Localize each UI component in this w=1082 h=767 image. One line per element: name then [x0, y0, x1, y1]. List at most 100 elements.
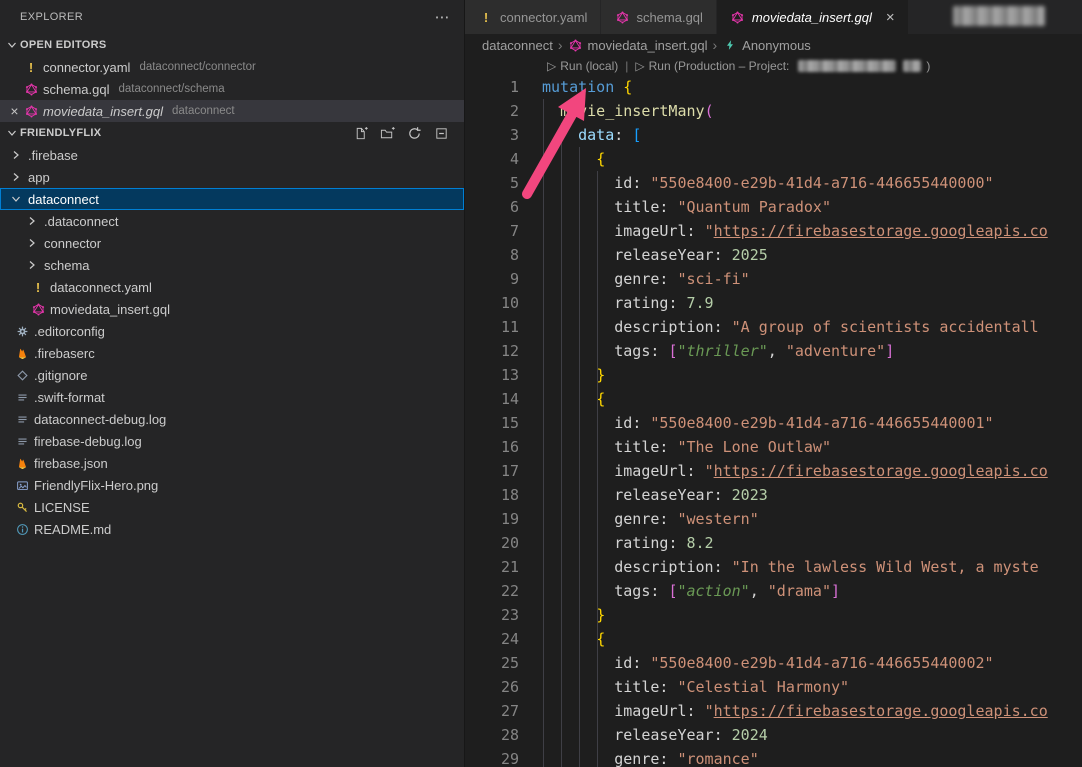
tree-item-firebase-debug-log[interactable]: firebase-debug.log: [0, 430, 464, 452]
tree-item-schema[interactable]: schema: [0, 254, 464, 276]
refresh-button[interactable]: [405, 124, 423, 142]
code-line[interactable]: 12 tags: ["thriller", "adventure"]: [465, 339, 1082, 363]
tree-item-label: .swift-format: [34, 390, 105, 405]
code-text: tags: ["action", "drama"]: [542, 579, 840, 603]
tree-item-moviedata-insert-gql[interactable]: moviedata_insert.gql: [0, 298, 464, 320]
tree-item-label: .firebaserc: [34, 346, 95, 361]
open-editor-moviedata-insert-gql[interactable]: ×moviedata_insert.gqldataconnect: [0, 100, 464, 122]
close-tab-icon[interactable]: ×: [886, 10, 895, 25]
codelens-run-local[interactable]: ▷ Run (local): [547, 59, 618, 73]
code-line[interactable]: 18 releaseYear: 2023: [465, 483, 1082, 507]
code-line[interactable]: 15 id: "550e8400-e29b-41d4-a716-44665544…: [465, 411, 1082, 435]
workspace-actions: [351, 124, 456, 142]
code-line[interactable]: 22 tags: ["action", "drama"]: [465, 579, 1082, 603]
breadcrumb-separator-icon: ›: [712, 37, 717, 53]
collapse-all-button[interactable]: [432, 124, 450, 142]
tree-item-label: moviedata_insert.gql: [50, 302, 170, 317]
breadcrumb-label: dataconnect: [482, 38, 553, 53]
chevron-right-icon: [8, 169, 24, 185]
more-actions-icon[interactable]: ⋯: [435, 8, 450, 26]
breadcrumb-item-dataconnect[interactable]: dataconnect: [482, 38, 553, 53]
breadcrumb-label: Anonymous: [742, 38, 811, 53]
info-icon: [14, 521, 30, 537]
line-number: 5: [465, 171, 519, 195]
code-line[interactable]: 25 id: "550e8400-e29b-41d4-a716-44665544…: [465, 651, 1082, 675]
section-workspace[interactable]: FRIENDLYFLIX: [0, 122, 464, 144]
code-line[interactable]: 6 title: "Quantum Paradox": [465, 195, 1082, 219]
code-text: description: "In the lawless Wild West, …: [542, 555, 1039, 579]
tab-moviedata-insert-gql[interactable]: moviedata_insert.gql ×: [717, 0, 909, 34]
tree-item-dataconnect[interactable]: .dataconnect: [0, 210, 464, 232]
code-line[interactable]: 14 {: [465, 387, 1082, 411]
code-line[interactable]: 13 }: [465, 363, 1082, 387]
tree-item-firebase[interactable]: .firebase: [0, 144, 464, 166]
code-line[interactable]: 17 imageUrl: "https://firebasestorage.go…: [465, 459, 1082, 483]
code-line[interactable]: 5 id: "550e8400-e29b-41d4-a716-446655440…: [465, 171, 1082, 195]
line-number: 24: [465, 627, 519, 651]
line-number: 20: [465, 531, 519, 555]
code-line[interactable]: 26 title: "Celestial Harmony": [465, 675, 1082, 699]
line-number: 11: [465, 315, 519, 339]
explorer-sidebar: EXPLORER ⋯ OPEN EDITORS !connector.yamld…: [0, 0, 465, 767]
tree-item-swift-format[interactable]: .swift-format: [0, 386, 464, 408]
tree-item-connector[interactable]: connector: [0, 232, 464, 254]
chevron-right-icon: [24, 235, 40, 251]
code-line[interactable]: 28 releaseYear: 2024: [465, 723, 1082, 747]
code-line[interactable]: 20 rating: 8.2: [465, 531, 1082, 555]
tree-item-label: app: [28, 170, 50, 185]
code-text: imageUrl: "https://firebasestorage.googl…: [542, 219, 1048, 243]
graphql-icon: [568, 37, 584, 53]
tree-item-friendlyflix-hero-png[interactable]: FriendlyFlix-Hero.png: [0, 474, 464, 496]
tree-item-license[interactable]: LICENSE: [0, 496, 464, 518]
breadcrumb-item-anonymous[interactable]: Anonymous: [722, 37, 811, 53]
tree-item-dataconnect[interactable]: dataconnect: [0, 188, 464, 210]
operation-icon: [722, 37, 738, 53]
tree-item-dataconnect-yaml[interactable]: !dataconnect.yaml: [0, 276, 464, 298]
section-open-editors[interactable]: OPEN EDITORS: [0, 34, 464, 56]
code-line[interactable]: 27 imageUrl: "https://firebasestorage.go…: [465, 699, 1082, 723]
close-editor-icon[interactable]: ×: [6, 103, 23, 119]
indent-guide: [543, 99, 544, 767]
code-line[interactable]: 1mutation {: [465, 75, 1082, 99]
tab-connector-yaml[interactable]: !connector.yaml: [465, 0, 601, 34]
codelens-run-production[interactable]: ▷ Run (Production – Project: ): [635, 59, 930, 73]
code-line[interactable]: 9 genre: "sci-fi": [465, 267, 1082, 291]
code-line[interactable]: 3 data: [: [465, 123, 1082, 147]
code-text: id: "550e8400-e29b-41d4-a716-44665544000…: [542, 171, 994, 195]
tree-item-app[interactable]: app: [0, 166, 464, 188]
code-text: imageUrl: "https://firebasestorage.googl…: [542, 699, 1048, 723]
code-line[interactable]: 11 description: "A group of scientists a…: [465, 315, 1082, 339]
tree-item-editorconfig[interactable]: .editorconfig: [0, 320, 464, 342]
code-text: releaseYear: 2025: [542, 243, 768, 267]
tree-item-firebase-json[interactable]: firebase.json: [0, 452, 464, 474]
code-line[interactable]: 24 {: [465, 627, 1082, 651]
open-editor-schema-gql[interactable]: schema.gqldataconnect/schema: [0, 78, 464, 100]
open-editor-detail: dataconnect: [172, 105, 235, 117]
breadcrumb-separator-icon: ›: [558, 37, 563, 53]
tree-item-label: firebase.json: [34, 456, 108, 471]
code-line[interactable]: 2 movie_insertMany(: [465, 99, 1082, 123]
code-line[interactable]: 7 imageUrl: "https://firebasestorage.goo…: [465, 219, 1082, 243]
code-line[interactable]: 16 title: "The Lone Outlaw": [465, 435, 1082, 459]
code-line[interactable]: 8 releaseYear: 2025: [465, 243, 1082, 267]
new-file-button[interactable]: [351, 124, 369, 142]
tab-schema-gql[interactable]: schema.gql: [601, 0, 716, 34]
code-line[interactable]: 19 genre: "western": [465, 507, 1082, 531]
code-line[interactable]: 29 genre: "romance": [465, 747, 1082, 767]
tab-label: moviedata_insert.gql: [752, 10, 872, 25]
code-line[interactable]: 23 }: [465, 603, 1082, 627]
code-line[interactable]: 4 {: [465, 147, 1082, 171]
code-line[interactable]: 10 rating: 7.9: [465, 291, 1082, 315]
breadcrumb-item-moviedata-insert-gql[interactable]: moviedata_insert.gql: [568, 37, 708, 53]
tree-item-gitignore[interactable]: .gitignore: [0, 364, 464, 386]
code-text: description: "A group of scientists acci…: [542, 315, 1039, 339]
code-line[interactable]: 21 description: "In the lawless Wild Wes…: [465, 555, 1082, 579]
tree-item-firebaserc[interactable]: .firebaserc: [0, 342, 464, 364]
tree-item-label: .editorconfig: [34, 324, 105, 339]
tree-item-readme-md[interactable]: README.md: [0, 518, 464, 540]
line-number: 15: [465, 411, 519, 435]
new-folder-button[interactable]: [378, 124, 396, 142]
tree-item-dataconnect-debug-log[interactable]: dataconnect-debug.log: [0, 408, 464, 430]
code-editor[interactable]: 1mutation {2 movie_insertMany(3 data: [4…: [465, 75, 1082, 767]
open-editor-connector-yaml[interactable]: !connector.yamldataconnect/connector: [0, 56, 464, 78]
